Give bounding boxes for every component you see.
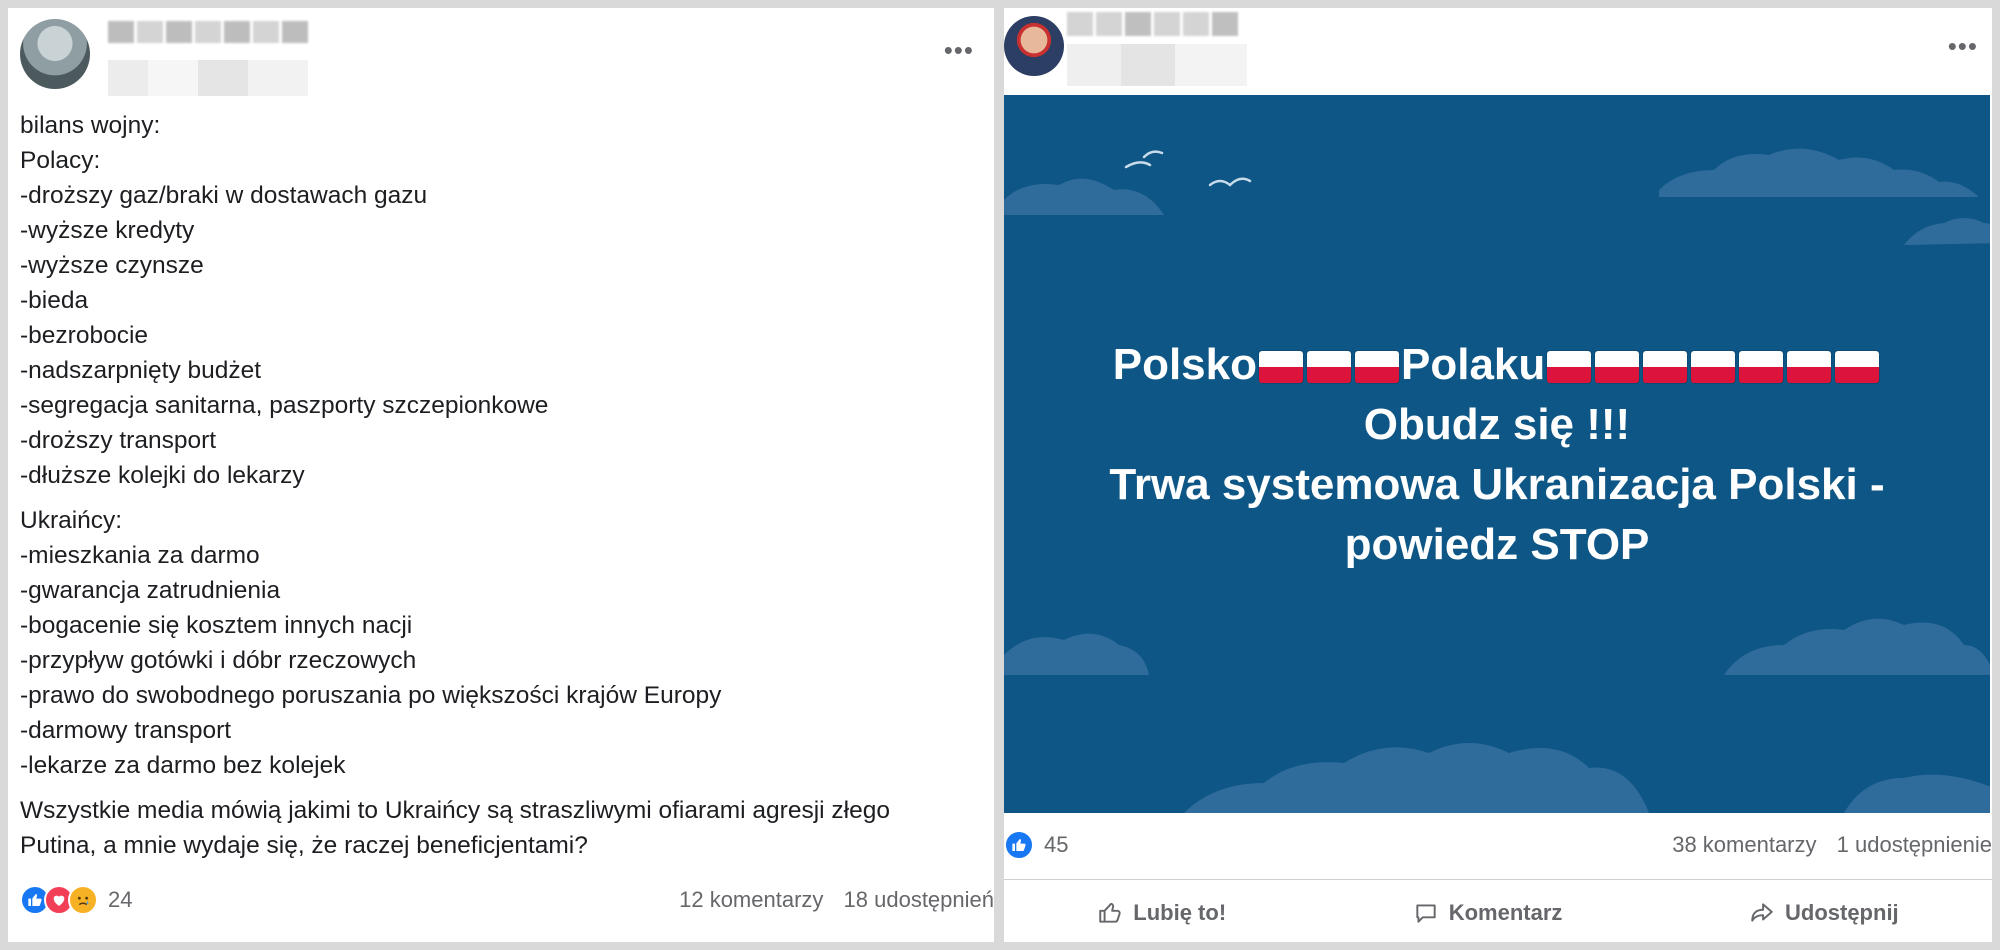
- post-text-line: Polacy:: [20, 147, 101, 174]
- shares-count[interactable]: 1 udostępnienie: [1837, 832, 1992, 857]
- poland-flag-icon: [1643, 351, 1688, 383]
- image-text-line-4: powiedz STOP: [1344, 520, 1650, 569]
- image-text-line-2: Obudz się !!!: [1363, 400, 1631, 449]
- word-polsko: Polsko: [1112, 340, 1257, 389]
- sad-reaction-icon: [68, 885, 98, 915]
- image-text-line-1: Polsko Polaku: [1004, 335, 1990, 395]
- post-text-line: -przypływ gotówki i dóbr rzeczowych: [20, 647, 417, 674]
- post-text-line: -wyższe kredyty: [20, 217, 195, 244]
- poland-flag-icon: [1595, 351, 1640, 383]
- poland-flag-icon: [1307, 351, 1351, 383]
- blurred-post-meta: [108, 60, 308, 96]
- post-text-line: -wyższe czynsze: [20, 252, 204, 279]
- poland-flag-icon: [1691, 351, 1736, 383]
- blurred-author-name: [108, 21, 308, 43]
- poland-flag-icon: [1739, 351, 1784, 383]
- post-text-line: Ukraińcy:: [20, 507, 123, 534]
- comments-count[interactable]: 38 komentarzy: [1672, 832, 1816, 857]
- post-text-line: -nadszarpnięty budżet: [20, 357, 262, 384]
- right-post: ••• Polsko Polaku Obudz się !!! Trwa sys…: [1004, 8, 1992, 942]
- post-text-line: -bogacenie się kosztem innych nacji: [20, 612, 413, 639]
- author-avatar[interactable]: [20, 19, 90, 89]
- post-text-line: -darmowy transport: [20, 717, 232, 744]
- post-text-line: bilans wojny:: [20, 112, 161, 139]
- post-text-line: -lekarze za darmo bez kolejek: [20, 752, 346, 779]
- post-text-line: -prawo do swobodnego poruszania po więks…: [20, 682, 722, 709]
- post-image[interactable]: Polsko Polaku Obudz się !!! Trwa systemow…: [1004, 95, 1990, 813]
- word-polaku: Polaku: [1401, 340, 1546, 389]
- poland-flag-icon: [1835, 351, 1880, 383]
- comments-count[interactable]: 12 komentarzy: [679, 887, 823, 912]
- comment-button[interactable]: Komentarz: [1413, 900, 1563, 926]
- blurred-author-name: [1067, 12, 1238, 36]
- left-post: ••• bilans wojny: Polacy: -droższy gaz/b…: [8, 8, 994, 942]
- reaction-icons[interactable]: [1004, 830, 1034, 860]
- more-options-icon[interactable]: •••: [944, 37, 974, 63]
- poland-flag-icon: [1547, 351, 1592, 383]
- image-caption: Polsko Polaku Obudz się !!! Trwa systemow…: [1004, 335, 1990, 575]
- post-text-line: -segregacja sanitarna, paszporty szczepi…: [20, 392, 549, 419]
- engagement-counts: 38 komentarzy 1 udostępnienie: [1672, 832, 1992, 858]
- poland-flag-icon: [1355, 351, 1399, 383]
- reaction-icons[interactable]: [20, 885, 98, 915]
- divider: [1004, 879, 1992, 880]
- post-text-line: -bezrobocie: [20, 322, 149, 349]
- shares-count[interactable]: 18 udostępnień: [844, 887, 994, 912]
- post-action-bar: Lubię to! Komentarz Udostępnij: [1004, 888, 1992, 938]
- poland-flag-icon: [1787, 351, 1832, 383]
- post-text: bilans wojny: Polacy: -droższy gaz/braki…: [20, 108, 980, 863]
- like-button[interactable]: Lubię to!: [1097, 900, 1226, 926]
- post-text-line: Wszystkie media mówią jakimi to Ukraińcy…: [20, 797, 890, 824]
- poland-flag-icon: [1259, 351, 1303, 383]
- share-button[interactable]: Udostępnij: [1749, 900, 1899, 926]
- more-options-icon[interactable]: •••: [1948, 33, 1978, 59]
- post-text-line: -droższy transport: [20, 427, 217, 454]
- comment-button-label: Komentarz: [1448, 900, 1563, 925]
- comment-icon: [1416, 904, 1436, 923]
- blurred-post-meta: [1067, 44, 1247, 86]
- like-button-label: Lubię to!: [1133, 900, 1227, 925]
- post-text-line: -mieszkania za darmo: [20, 542, 260, 569]
- reaction-count[interactable]: 24: [108, 887, 132, 913]
- post-text-line: -dłuższe kolejki do lekarzy: [20, 462, 305, 489]
- like-reaction-icon: [1004, 830, 1034, 860]
- post-text-line: -bieda: [20, 287, 89, 314]
- reactions-bar: 24 12 komentarzy 18 udostępnień: [20, 885, 994, 915]
- reactions-bar: 45 38 komentarzy 1 udostępnienie: [1004, 830, 1992, 860]
- engagement-counts: 12 komentarzy 18 udostępnień: [679, 887, 994, 913]
- post-text-line: -droższy gaz/braki w dostawach gazu: [20, 182, 428, 209]
- author-avatar[interactable]: [1004, 16, 1064, 76]
- share-icon: [1751, 903, 1773, 922]
- post-text-line: -gwarancja zatrudnienia: [20, 577, 281, 604]
- post-text-line: Putina, a mnie wydaje się, że raczej ben…: [20, 832, 588, 859]
- share-button-label: Udostępnij: [1785, 900, 1899, 925]
- thumbs-up-icon: [1099, 902, 1121, 923]
- reaction-count[interactable]: 45: [1044, 832, 1068, 858]
- image-text-line-3: Trwa systemowa Ukranizacja Polski -: [1109, 460, 1885, 509]
